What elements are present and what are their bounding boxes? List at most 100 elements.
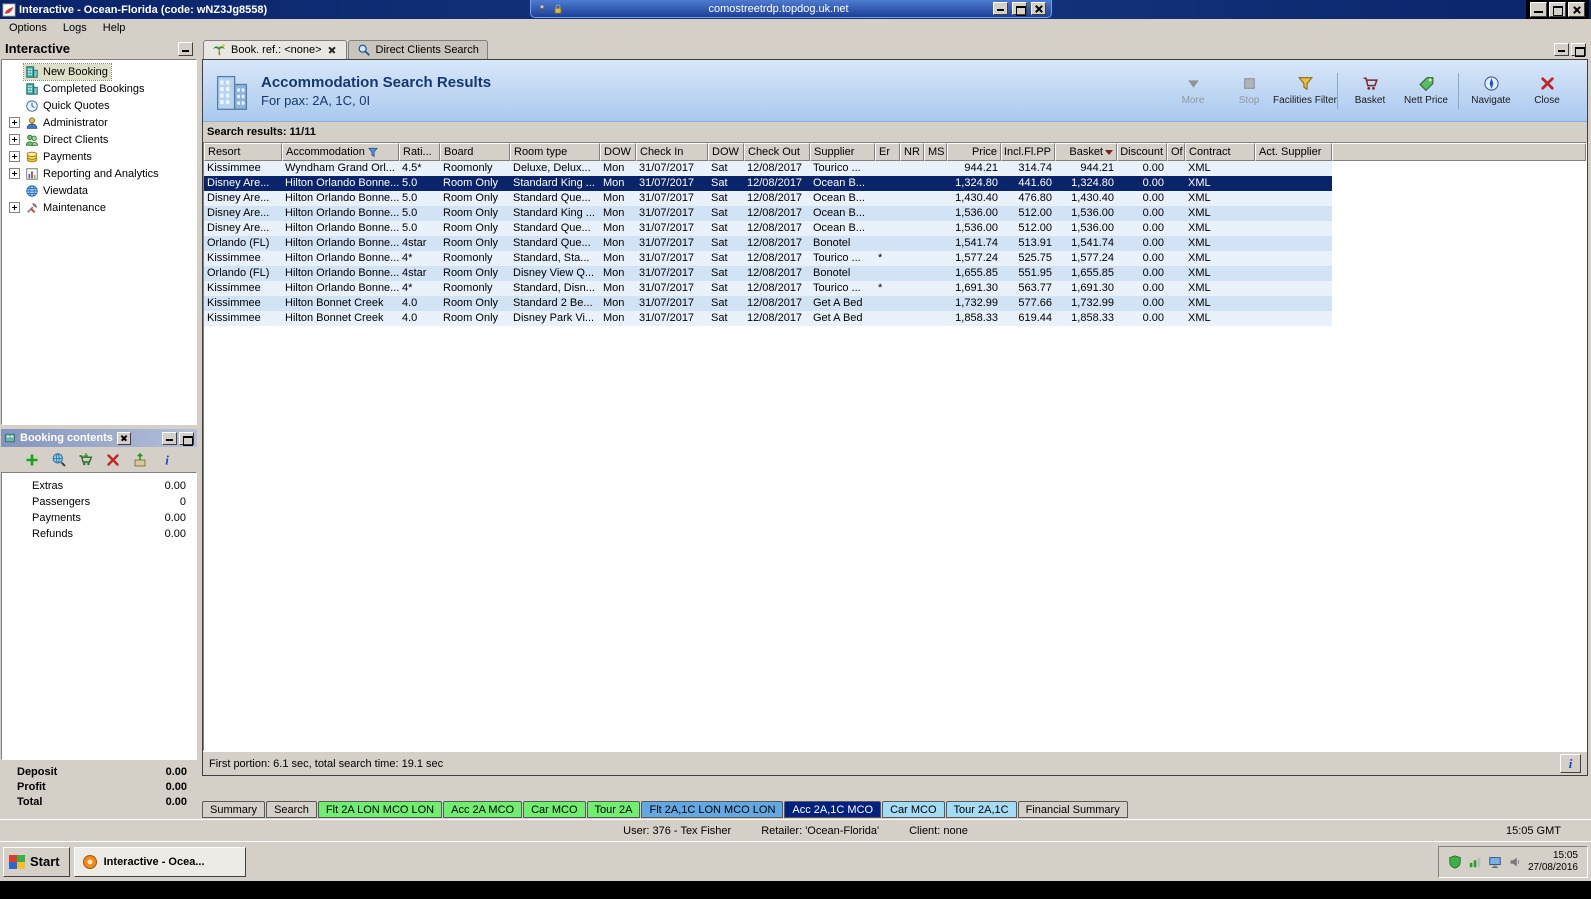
sidebar-item-new-booking[interactable]: New Booking	[2, 63, 196, 80]
column-header-incl-fl-pp[interactable]: Incl.Fl.PP	[1001, 143, 1055, 161]
column-header-er[interactable]: Er	[875, 143, 900, 161]
bottom-tab-flt-2a-1c-lon-mco-lon[interactable]: Flt 2A,1C LON MCO LON	[641, 801, 783, 818]
close-button[interactable]: Close	[1519, 72, 1575, 109]
tab-close-icon[interactable]	[327, 45, 338, 56]
expand-icon[interactable]	[9, 117, 20, 128]
rdp-host: comostreetrdp.topdog.uk.net	[568, 3, 989, 15]
network-icon[interactable]	[1468, 855, 1482, 869]
column-header-basket[interactable]: Basket	[1055, 143, 1117, 161]
result-row-5[interactable]: Disney Are...Hilton Orlando Bonne...5.0R…	[204, 221, 1332, 236]
column-header-board[interactable]: Board	[440, 143, 510, 161]
panel-restore-button[interactable]	[1571, 43, 1586, 56]
booking-total-value: 0.00	[166, 766, 187, 781]
column-header-contract[interactable]: Contract	[1185, 143, 1255, 161]
result-row-10[interactable]: KissimmeeHilton Bonnet Creek4.0Room Only…	[204, 296, 1332, 311]
sidebar-item-maintenance[interactable]: Maintenance	[2, 199, 196, 216]
booking-contents-close-button[interactable]	[117, 432, 131, 445]
rdp-minimize-button[interactable]	[993, 2, 1008, 15]
facilities-filter-button[interactable]: Facilities Filter	[1277, 72, 1333, 109]
sidebar-item-payments[interactable]: Payments	[2, 148, 196, 165]
sidebar-item-viewdata[interactable]: Viewdata	[2, 182, 196, 199]
column-header-ms[interactable]: MS	[924, 143, 947, 161]
sidebar-item-administrator[interactable]: Administrator	[2, 114, 196, 131]
result-row-1[interactable]: KissimmeeWyndham Grand Orl...4.5*Roomonl…	[204, 161, 1332, 176]
result-row-2[interactable]: Disney Are...Hilton Orlando Bonne...5.0R…	[204, 176, 1332, 191]
column-header-rati[interactable]: Rati...	[399, 143, 440, 161]
result-row-7[interactable]: KissimmeeHilton Orlando Bonne...4*Roomon…	[204, 251, 1332, 266]
booking-contents-row-refunds[interactable]: Refunds0.00	[2, 526, 196, 542]
restore-button[interactable]	[1549, 2, 1566, 17]
column-header-check-out[interactable]: Check Out	[744, 143, 810, 161]
column-header-room-type[interactable]: Room type	[510, 143, 600, 161]
expand-icon[interactable]	[9, 134, 20, 145]
expand-icon[interactable]	[9, 151, 20, 162]
nett-price-button[interactable]: Nett Price	[1398, 72, 1454, 109]
result-row-11[interactable]: KissimmeeHilton Bonnet Creek4.0Room Only…	[204, 311, 1332, 326]
menu-logs[interactable]: Logs	[55, 20, 95, 36]
column-header-dow[interactable]: DOW	[600, 143, 636, 161]
rdp-close-button[interactable]	[1031, 2, 1046, 15]
info-button[interactable]: i	[1560, 754, 1581, 773]
search-globe-button[interactable]	[50, 451, 68, 469]
menu-help[interactable]: Help	[95, 20, 134, 36]
basket-button[interactable]: Basket	[1342, 72, 1398, 109]
navigate-button[interactable]: Navigate	[1463, 72, 1519, 109]
result-row-4[interactable]: Disney Are...Hilton Orlando Bonne...5.0R…	[204, 206, 1332, 221]
close-button[interactable]	[1568, 2, 1585, 17]
column-header-discount[interactable]: Discount	[1117, 143, 1167, 161]
column-header-accommodation[interactable]: Accommodation	[282, 143, 399, 161]
booking-contents-row-payments[interactable]: Payments0.00	[2, 510, 196, 526]
column-header-price[interactable]: Price	[947, 143, 1001, 161]
taskbar-clock[interactable]: 15:05 27/08/2016	[1528, 850, 1578, 874]
menu-options[interactable]: Options	[1, 20, 55, 36]
expand-icon[interactable]	[9, 202, 20, 213]
panel-minimize-button[interactable]	[1554, 43, 1569, 56]
result-row-6[interactable]: Orlando (FL)Hilton Orlando Bonne...4star…	[204, 236, 1332, 251]
bottom-tab-acc-2a-mco[interactable]: Acc 2A MCO	[443, 801, 522, 818]
tab-book-ref-none[interactable]: Book. ref.: <none>	[203, 40, 347, 59]
collapse-sidebar-button[interactable]	[178, 42, 193, 56]
bottom-tab-car-mco[interactable]: Car MCO	[523, 801, 585, 818]
column-header-resort[interactable]: Resort	[204, 143, 282, 161]
column-header-supplier[interactable]: Supplier	[810, 143, 875, 161]
tab-direct-clients-search[interactable]: Direct Clients Search	[348, 40, 488, 59]
bottom-tab-search[interactable]: Search	[266, 801, 317, 818]
bottom-tab-flt-2a-lon-mco-lon[interactable]: Flt 2A LON MCO LON	[318, 801, 442, 818]
column-header-dow[interactable]: DOW	[708, 143, 744, 161]
display-icon[interactable]	[1488, 855, 1502, 869]
column-header-check-in[interactable]: Check In	[636, 143, 708, 161]
booking-contents-row-extras[interactable]: Extras0.00	[2, 478, 196, 494]
delete-button[interactable]	[104, 451, 122, 469]
info-button[interactable]: i	[158, 451, 176, 469]
booking-contents-row-passengers[interactable]: Passengers0	[2, 494, 196, 510]
bottom-tab-tour-2a[interactable]: Tour 2A	[587, 801, 641, 818]
start-button[interactable]: Start	[3, 847, 70, 877]
result-row-8[interactable]: Orlando (FL)Hilton Orlando Bonne...4star…	[204, 266, 1332, 281]
taskbar-app-button[interactable]: Interactive - Ocea...	[74, 847, 246, 877]
minimize-button[interactable]	[1530, 2, 1547, 17]
sidebar-item-reporting-and-analytics[interactable]: Reporting and Analytics	[2, 165, 196, 182]
column-header-nr[interactable]: NR	[900, 143, 924, 161]
result-row-9[interactable]: KissimmeeHilton Orlando Bonne...4*Roomon…	[204, 281, 1332, 296]
to-basket-button[interactable]	[77, 451, 95, 469]
sidebar-item-direct-clients[interactable]: Direct Clients	[2, 131, 196, 148]
pin-icon[interactable]	[536, 3, 548, 15]
shield-icon[interactable]	[1448, 855, 1462, 869]
volume-icon[interactable]	[1508, 855, 1522, 869]
result-row-3[interactable]: Disney Are...Hilton Orlando Bonne...5.0R…	[204, 191, 1332, 206]
bottom-tab-financial-summary[interactable]: Financial Summary	[1018, 801, 1128, 818]
sidebar-item-quick-quotes[interactable]: Quick Quotes	[2, 97, 196, 114]
add-button[interactable]	[23, 451, 41, 469]
bottom-tab-acc-2a-1c-mco[interactable]: Acc 2A,1C MCO	[784, 801, 881, 818]
bottom-tab-tour-2a-1c[interactable]: Tour 2A,1C	[946, 801, 1017, 818]
column-header-of[interactable]: Of	[1167, 143, 1185, 161]
sidebar-item-completed-bookings[interactable]: Completed Bookings	[2, 80, 196, 97]
rdp-restore-button[interactable]	[1012, 2, 1027, 15]
bottom-tab-summary[interactable]: Summary	[202, 801, 265, 818]
expand-icon[interactable]	[9, 168, 20, 179]
booking-contents-minimize-button[interactable]	[162, 432, 177, 445]
column-header-act-supplier[interactable]: Act. Supplier	[1255, 143, 1332, 161]
export-button[interactable]	[131, 451, 149, 469]
booking-contents-float-button[interactable]	[179, 432, 194, 445]
bottom-tab-car-mco[interactable]: Car MCO	[882, 801, 944, 818]
